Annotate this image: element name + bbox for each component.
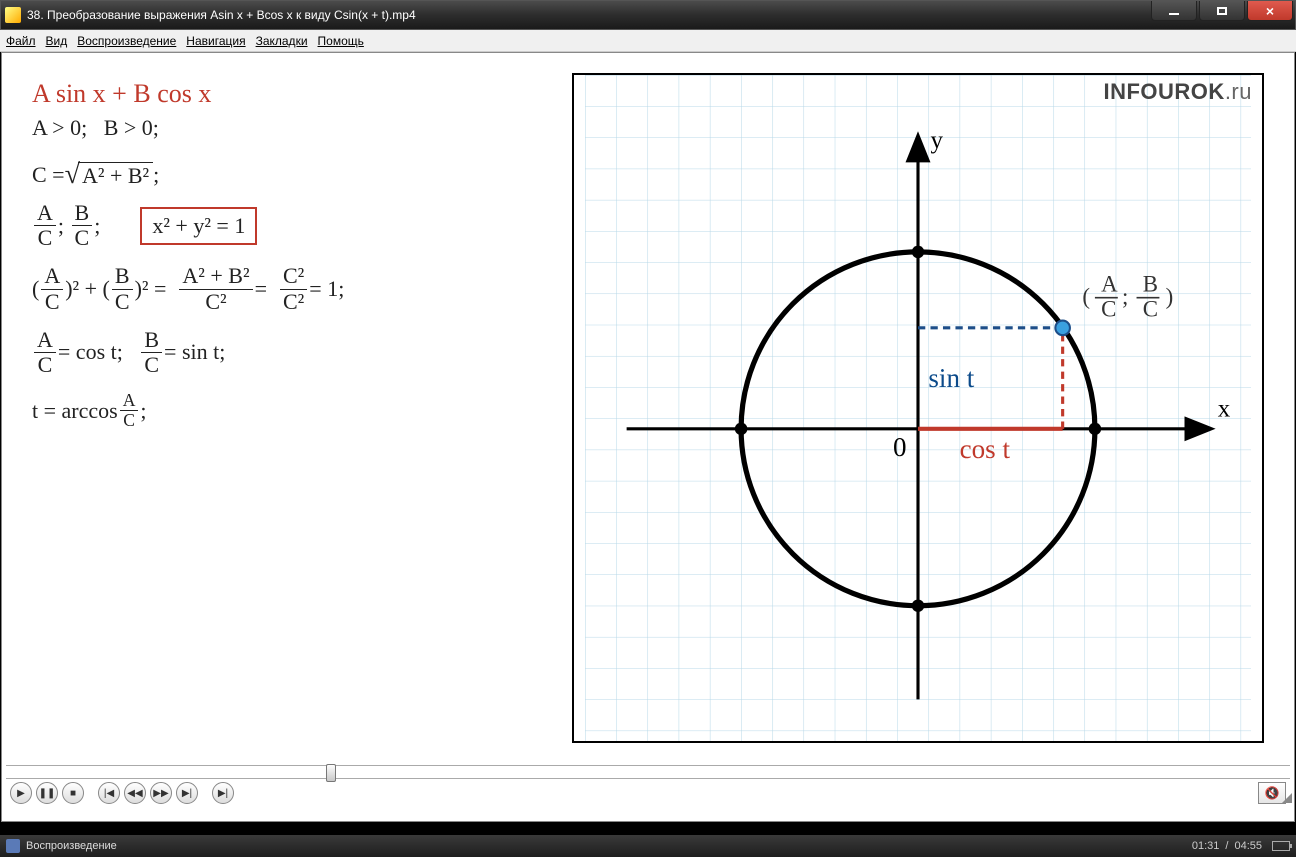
- close-button[interactable]: ×: [1247, 1, 1293, 21]
- formula-arccos: t = arccos A C ;: [32, 391, 552, 431]
- status-icon: [6, 839, 20, 853]
- playback-controls: ▶ ❚❚ ■ |◀ ◀◀ ▶▶ ▶| ▶| 🔇: [6, 781, 1290, 805]
- stop-button[interactable]: ■: [62, 782, 84, 804]
- svg-text:A: A: [1101, 271, 1118, 296]
- pause-button[interactable]: ❚❚: [36, 782, 58, 804]
- frac-b-c3: B C: [141, 328, 162, 377]
- time-sep: /: [1225, 840, 1228, 852]
- maximize-button[interactable]: [1199, 1, 1245, 21]
- menubar: Файл Вид Воспроизведение Навигация Закла…: [0, 30, 1296, 52]
- play-button[interactable]: ▶: [10, 782, 32, 804]
- forward-button[interactable]: ▶▶: [150, 782, 172, 804]
- battery-icon: [1272, 841, 1290, 851]
- graph-panel: INFOUROK.ru x y: [572, 73, 1264, 743]
- resize-grip-icon[interactable]: [1278, 789, 1292, 803]
- x-axis-label: x: [1218, 395, 1231, 422]
- titlebar: 38. Преобразование выражения Asin x + Bc…: [0, 0, 1296, 30]
- time-total: 04:55: [1234, 840, 1262, 852]
- logo: INFOUROK.ru: [1103, 79, 1252, 105]
- seek-slider[interactable]: [6, 765, 1290, 779]
- semi: ;: [153, 162, 159, 188]
- menu-bookmarks[interactable]: Закладки: [256, 34, 308, 48]
- frac-b-c2: B C: [112, 264, 133, 313]
- time-current: 01:31: [1192, 840, 1220, 852]
- svg-text:;: ;: [1122, 284, 1128, 309]
- video-area: A sin x + B cos x A > 0; B > 0; C = √ A²…: [1, 52, 1295, 822]
- window-button-group: ×: [1151, 1, 1293, 21]
- svg-text:): ): [1166, 284, 1174, 309]
- menu-file[interactable]: Файл: [6, 34, 36, 48]
- seek-thumb[interactable]: [326, 764, 336, 782]
- y-axis-label: y: [930, 127, 943, 154]
- frac-a-c3: A C: [34, 328, 56, 377]
- menu-help[interactable]: Помощь: [318, 34, 364, 48]
- svg-text:B: B: [1143, 271, 1158, 296]
- formula-c: C = √ A² + B² ;: [32, 159, 552, 191]
- circle-point: [1055, 321, 1070, 336]
- svg-text:C: C: [1143, 296, 1158, 321]
- frac-c2c2: C² C²: [280, 264, 307, 313]
- frac-a-c: A C: [34, 201, 56, 250]
- cond-b: B > 0;: [104, 115, 159, 141]
- formula-title: A sin x + B cos x: [32, 79, 552, 109]
- menu-view[interactable]: Вид: [46, 34, 68, 48]
- status-label: Воспроизведение: [26, 840, 117, 852]
- unit-circle-diagram: x y 0 cos t sin: [574, 75, 1262, 741]
- step-frame-button[interactable]: ▶|: [212, 782, 234, 804]
- menu-navigation[interactable]: Навигация: [186, 34, 245, 48]
- frac-sum: A² + B² C²: [179, 264, 252, 313]
- app-icon: [5, 7, 21, 23]
- svg-text:C: C: [1101, 296, 1116, 321]
- formula-conditions: A > 0; B > 0;: [32, 115, 552, 141]
- formulas-panel: A sin x + B cos x A > 0; B > 0; C = √ A²…: [32, 73, 552, 743]
- c-radicand: A² + B²: [78, 162, 153, 189]
- minimize-button[interactable]: [1151, 1, 1197, 21]
- c-eq-label: C =: [32, 162, 65, 188]
- sin-label: sin t: [928, 363, 974, 393]
- statusbar: Воспроизведение 01:31 / 04:55: [0, 835, 1296, 857]
- svg-text:(: (: [1082, 284, 1090, 309]
- rewind-button[interactable]: ◀◀: [124, 782, 146, 804]
- frac-a-c2: A C: [41, 264, 63, 313]
- video-frame: A sin x + B cos x A > 0; B > 0; C = √ A²…: [2, 53, 1294, 753]
- frac-a-c4: A C: [120, 391, 139, 431]
- window-title: 38. Преобразование выражения Asin x + Bc…: [27, 8, 416, 22]
- cond-a: A > 0;: [32, 115, 87, 141]
- frac-b-c: B C: [72, 201, 93, 250]
- cos-label: cos t: [960, 434, 1011, 464]
- formula-fractions: A C ; B C ; x² + y² = 1: [32, 201, 552, 250]
- formula-expand: ( A C )² + ( B C )² = A² + B² C² = C² C²…: [32, 264, 552, 313]
- menu-playback[interactable]: Воспроизведение: [77, 34, 176, 48]
- prev-track-button[interactable]: |◀: [98, 782, 120, 804]
- next-track-button[interactable]: ▶|: [176, 782, 198, 804]
- boxed-formula: x² + y² = 1: [140, 207, 257, 245]
- origin-label: 0: [893, 432, 907, 462]
- formula-cos-sin: A C = cos t; B C = sin t;: [32, 328, 552, 377]
